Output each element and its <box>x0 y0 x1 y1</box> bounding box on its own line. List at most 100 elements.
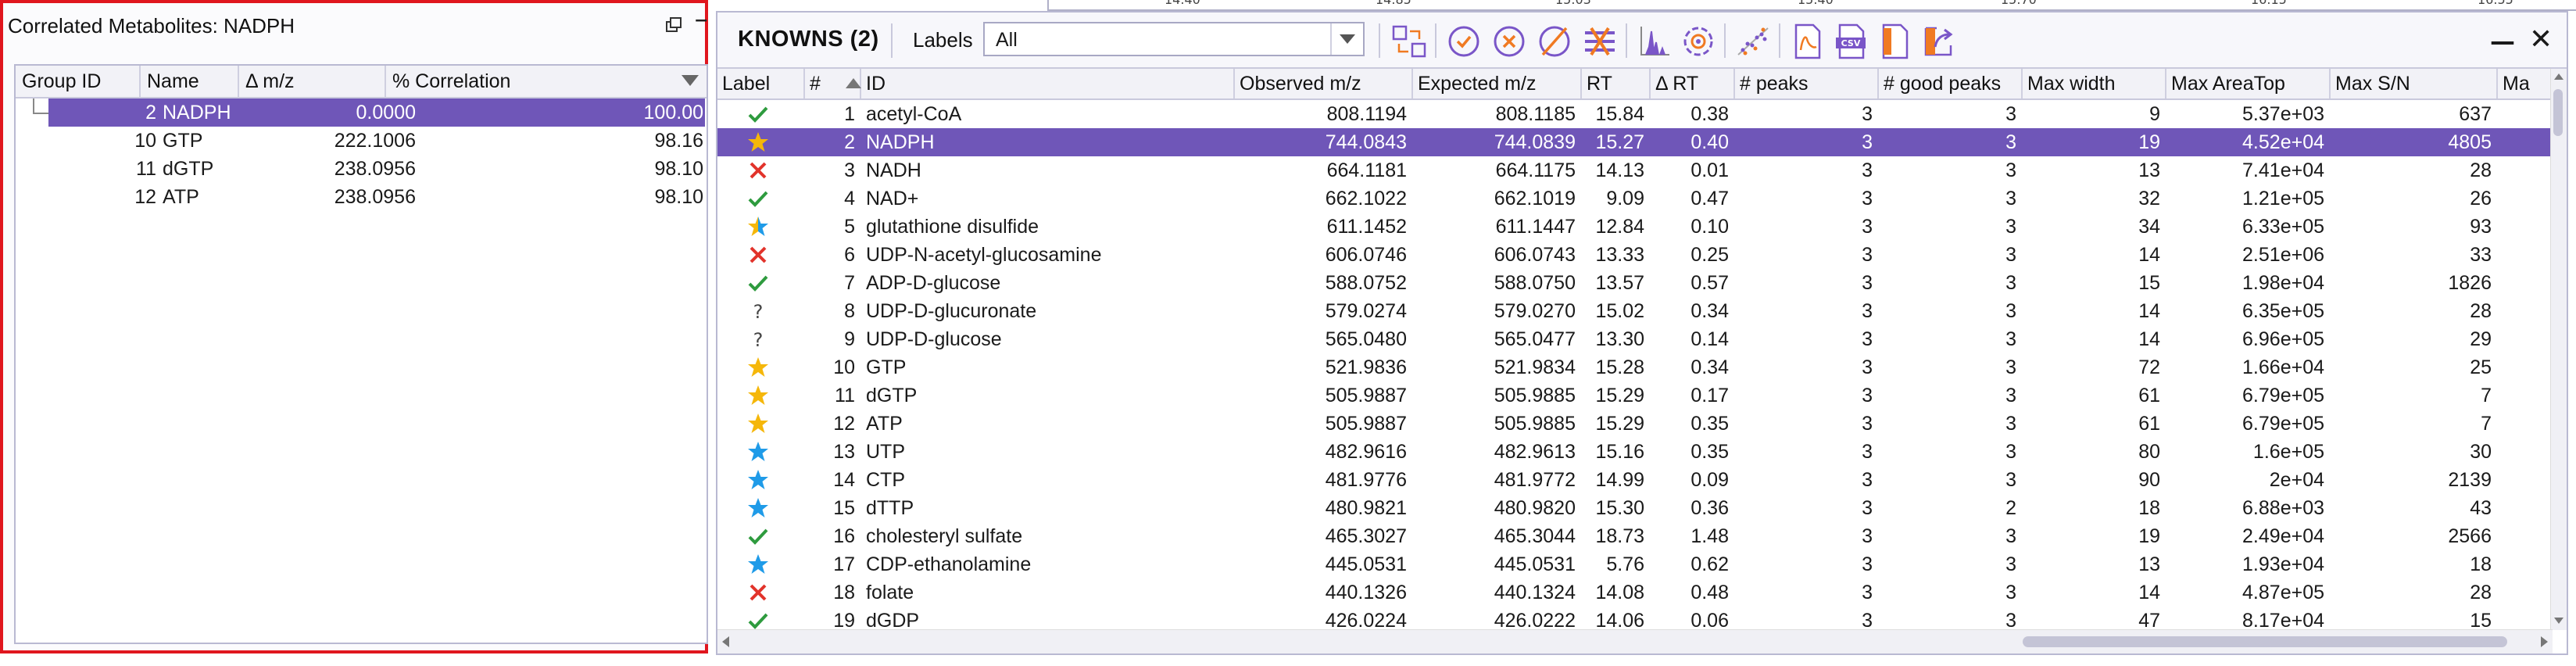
table-row[interactable]: 17 CDP-ethanolamine 445.0531 445.0531 5.76 0.… <box>717 550 2553 578</box>
dropdown-button[interactable] <box>1330 23 1363 55</box>
scroll-down-icon[interactable] <box>2554 618 2563 624</box>
table-row[interactable]: 7 ADP-D-glucose 588.0752 588.0750 13.57 0.57 3… <box>717 269 2553 297</box>
table-row[interactable]: ? 8 UDP-D-glucuronate 579.0274 579.0270 15.02… <box>717 297 2553 325</box>
table-row[interactable]: 3 NADH 664.1181 664.1175 14.13 0.01 3 3 13 7.41e+… <box>717 156 2553 184</box>
gold-star-icon[interactable] <box>747 356 769 378</box>
cell-number: 7 <box>844 272 855 294</box>
minimize-panel-icon[interactable]: − <box>694 11 708 30</box>
close-panel-icon[interactable]: ✕ <box>2529 23 2553 56</box>
scroll-thumb[interactable] <box>2023 636 2507 647</box>
mark-good-icon[interactable] <box>1446 23 1482 59</box>
scatter-icon[interactable] <box>1735 23 1771 59</box>
table-header: Group ID Name Δ m/z % Correlation <box>16 66 707 98</box>
column-header-label[interactable]: Label <box>717 69 805 98</box>
column-header-good-peaks[interactable]: # good peaks <box>1879 69 2023 98</box>
table-row[interactable]: 5 glutathione disulfide 611.1452 611.1447 12… <box>717 213 2553 241</box>
table-row[interactable]: 13 UTP 482.9616 482.9613 15.16 0.35 3 3 80 1.6e+0… <box>717 438 2553 466</box>
mark-bad-icon[interactable] <box>1491 23 1527 59</box>
table-row[interactable]: 10 GTP 521.9836 521.9834 15.28 0.34 3 3 72 1.66e+… <box>717 353 2553 381</box>
scroll-right-icon[interactable] <box>2541 636 2548 647</box>
blue-star-icon[interactable] <box>747 553 769 575</box>
cell-correlation: 98.16 <box>654 130 703 152</box>
sort-ascending-icon[interactable] <box>846 78 861 88</box>
column-header-max-sn[interactable]: Max S/N <box>2331 69 2498 98</box>
column-header-max-areatop[interactable]: Max AreaTop <box>2166 69 2331 98</box>
cross-icon[interactable] <box>747 159 769 181</box>
column-header-delta-mz[interactable]: Δ m/z <box>239 66 386 97</box>
cell-delta-mz: 238.0956 <box>334 158 416 180</box>
share-icon[interactable] <box>1921 23 1957 59</box>
tree-line <box>33 98 34 113</box>
gold-star-icon[interactable] <box>747 413 769 435</box>
table-row[interactable]: 18 folate 440.1326 440.1324 14.08 0.48 3 3 14 4.8… <box>717 578 2553 607</box>
cell-expected-mz: 808.1185 <box>1495 103 1576 125</box>
isotope-icon[interactable] <box>1680 23 1716 59</box>
mixed-star-icon[interactable] <box>747 216 769 238</box>
export-csv-icon[interactable]: CSV <box>1834 23 1869 59</box>
labels-filter-dropdown[interactable]: All <box>983 22 1365 56</box>
check-icon[interactable] <box>747 525 769 547</box>
export-pdf-icon[interactable] <box>1790 23 1826 59</box>
cell-id: folate <box>866 582 914 603</box>
float-panel-icon[interactable] <box>666 17 683 38</box>
column-header-more[interactable]: Ma <box>2498 69 2553 98</box>
table-row[interactable]: 12 ATP 238.0956 98.10 <box>17 183 705 211</box>
table-row[interactable]: 16 cholesteryl sulfate 465.3027 465.3044 18.… <box>717 522 2553 550</box>
column-header-id[interactable]: ID <box>861 69 1235 98</box>
sort-descending-icon[interactable] <box>682 75 699 86</box>
table-row[interactable]: 15 dTTP 480.9821 480.9820 15.30 0.36 3 2 18 6.88e… <box>717 494 2553 522</box>
cell-correlation: 100.00 <box>643 102 703 124</box>
table-row[interactable]: 10 GTP 222.1006 98.16 <box>17 127 705 155</box>
cross-icon[interactable] <box>747 582 769 603</box>
remove-bad-icon[interactable] <box>1582 23 1618 59</box>
column-header-rt[interactable]: RT <box>1582 69 1651 98</box>
table-row[interactable]: ? 9 UDP-D-glucose 565.0480 565.0477 13.30 0.14… <box>717 325 2553 353</box>
check-icon[interactable] <box>747 103 769 125</box>
vertical-scrollbar[interactable] <box>2550 69 2567 630</box>
cell-rt: 15.29 <box>1595 413 1644 435</box>
column-header-observed-mz[interactable]: Observed m/z <box>1235 69 1413 98</box>
minimize-panel-icon[interactable]: — <box>2490 27 2515 56</box>
cell-max-sn: 26 <box>2470 188 2492 209</box>
correlated-metabolites-panel: Correlated Metabolites: NADPH − Group ID… <box>0 0 708 653</box>
blue-star-icon[interactable] <box>747 497 769 519</box>
check-icon[interactable] <box>747 610 769 632</box>
question-icon[interactable]: ? <box>747 300 769 323</box>
table-row[interactable]: 2 NADPH 744.0843 744.0839 15.27 0.40 3 3 19 4.52e… <box>717 128 2553 156</box>
group-correlation-icon[interactable] <box>1391 23 1427 59</box>
table-row[interactable]: 4 NAD+ 662.1022 662.1019 9.09 0.47 3 3 32 1.21e+0… <box>717 184 2553 213</box>
table-row[interactable]: 2 NADPH 0.0000 100.00 <box>17 98 705 127</box>
unmark-icon[interactable] <box>1537 23 1572 59</box>
axis-tick-label: 15.70 <box>2001 0 2037 7</box>
column-header-delta-rt[interactable]: Δ RT <box>1651 69 1735 98</box>
cell-good-peaks: 3 <box>2005 272 2016 294</box>
check-icon[interactable] <box>747 272 769 294</box>
toolbar-separator <box>1379 23 1380 58</box>
blue-star-icon[interactable] <box>747 441 769 463</box>
column-header-group-id[interactable]: Group ID <box>16 66 141 97</box>
gold-star-icon[interactable] <box>747 385 769 406</box>
blue-star-icon[interactable] <box>747 469 769 491</box>
export-json-icon[interactable] <box>1877 23 1913 59</box>
horizontal-scrollbar[interactable] <box>717 629 2553 653</box>
table-row[interactable]: 11 dGTP 505.9887 505.9885 15.29 0.17 3 3 61 6.79e… <box>717 381 2553 410</box>
scroll-left-icon[interactable] <box>722 636 729 647</box>
cross-icon[interactable] <box>747 244 769 266</box>
column-header-expected-mz[interactable]: Expected m/z <box>1413 69 1582 98</box>
scroll-up-icon[interactable] <box>2554 73 2563 80</box>
column-header-peaks[interactable]: # peaks <box>1735 69 1879 98</box>
check-icon[interactable] <box>747 188 769 209</box>
table-row[interactable]: 1 acetyl-CoA 808.1194 808.1185 15.84 0.38 3 3 9 5… <box>717 100 2553 128</box>
question-icon[interactable]: ? <box>747 328 769 351</box>
column-header-max-width[interactable]: Max width <box>2023 69 2166 98</box>
table-row[interactable]: 6 UDP-N-acetyl-glucosamine 606.0746 606.074… <box>717 241 2553 269</box>
cell-rt: 15.16 <box>1595 441 1644 463</box>
column-header-name[interactable]: Name <box>141 66 239 97</box>
table-row[interactable]: 12 ATP 505.9887 505.9885 15.29 0.35 3 3 61 6.79e+… <box>717 410 2553 438</box>
table-row[interactable]: 14 CTP 481.9776 481.9772 14.99 0.09 3 3 90 2e+04 2… <box>717 466 2553 494</box>
spectra-icon[interactable] <box>1637 23 1673 59</box>
scroll-thumb[interactable] <box>2553 89 2563 136</box>
table-row[interactable]: 11 dGTP 238.0956 98.10 <box>17 155 705 183</box>
gold-star-icon[interactable] <box>747 131 769 153</box>
column-header-correlation[interactable]: % Correlation <box>386 66 707 97</box>
